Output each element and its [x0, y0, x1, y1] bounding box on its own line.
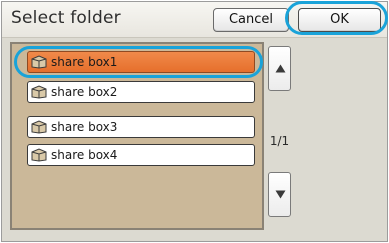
- folder-box-icon: [31, 55, 47, 69]
- scroll-down-button[interactable]: [268, 172, 291, 217]
- dialog-title: Select folder: [11, 8, 121, 28]
- folder-item-share-box2[interactable]: share box2: [27, 81, 255, 103]
- folder-box-icon: [31, 120, 47, 134]
- page-indicator: 1/1: [269, 134, 290, 148]
- dialog-header: Select folder Cancel OK: [2, 2, 387, 38]
- folder-item-label: share box3: [51, 120, 118, 134]
- ok-button[interactable]: OK: [298, 8, 381, 32]
- folder-box-icon: [31, 148, 47, 162]
- folder-item-label: share box1: [51, 55, 118, 69]
- triangle-down-icon: [275, 190, 286, 199]
- folder-list: share box1 share box2 share box3 share b…: [10, 42, 264, 230]
- folder-item-label: share box2: [51, 85, 118, 99]
- folder-item-share-box1[interactable]: share box1: [27, 51, 255, 73]
- cancel-button[interactable]: Cancel: [213, 8, 289, 32]
- folder-item-share-box4[interactable]: share box4: [27, 144, 255, 166]
- folder-item-label: share box4: [51, 148, 118, 162]
- folder-box-icon: [31, 85, 47, 99]
- scroll-up-button[interactable]: [268, 46, 291, 91]
- folder-item-share-box3[interactable]: share box3: [27, 116, 255, 138]
- triangle-up-icon: [275, 64, 286, 73]
